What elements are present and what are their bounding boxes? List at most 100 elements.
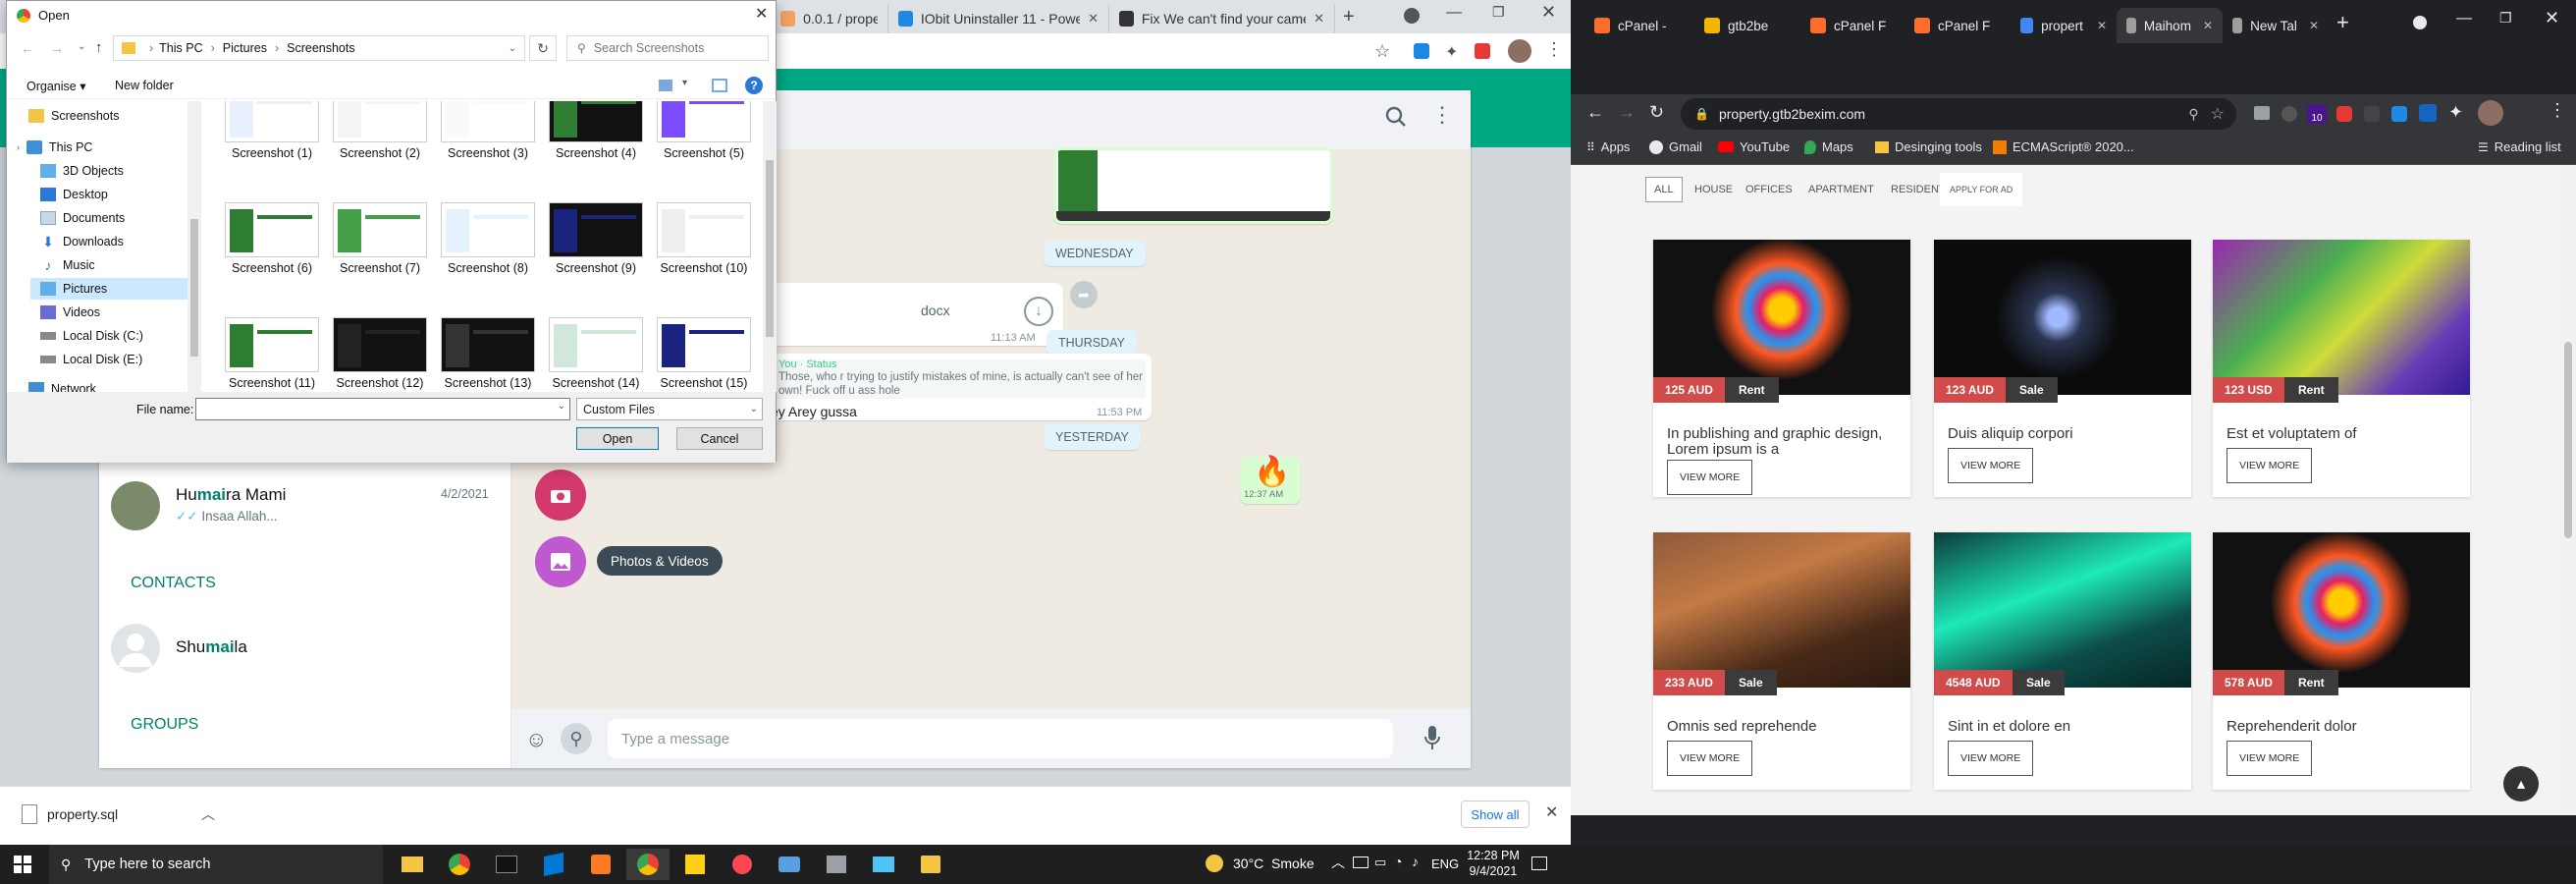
file-thumbnail[interactable]: Screenshot (11): [218, 317, 326, 392]
new-tab-icon[interactable]: +: [1343, 6, 1355, 28]
new-folder-button[interactable]: New folder: [115, 79, 174, 92]
recent-dropdown-icon[interactable]: ⌄: [78, 41, 85, 52]
nav-item-this-pc[interactable]: › This PC: [17, 137, 188, 158]
valorant-icon[interactable]: [721, 849, 764, 880]
tab-search-icon[interactable]: [1404, 8, 1420, 24]
close-tab-icon[interactable]: ✕: [2097, 19, 2107, 32]
wifi-icon[interactable]: ◔: [1394, 854, 1402, 869]
extension-badge[interactable]: 10: [2307, 104, 2327, 124]
back-icon[interactable]: ←: [21, 40, 34, 56]
camera-icon[interactable]: [768, 849, 811, 880]
cancel-button[interactable]: Cancel: [676, 427, 763, 450]
chevron-down-icon[interactable]: ⌄: [558, 401, 565, 412]
image-message[interactable]: 12:53 PM: [1053, 147, 1333, 224]
close-download-bar-icon[interactable]: ✕: [1545, 802, 1558, 822]
reading-list-button[interactable]: ☰ Reading list: [2478, 139, 2561, 154]
weather-text[interactable]: 30°C Smoke: [1233, 856, 1315, 871]
search-icon[interactable]: [1385, 106, 1407, 128]
close-dialog-icon[interactable]: ✕: [755, 4, 768, 24]
view-more-button[interactable]: VIEW MORE: [1667, 741, 1753, 776]
browser-tab[interactable]: cPanel F: [1905, 8, 2011, 43]
nav-item-downloads[interactable]: ⬇ Downloads: [40, 231, 203, 252]
help-icon[interactable]: ?: [745, 77, 763, 94]
address-breadcrumb[interactable]: › This PC › Pictures › Screenshots ⌄: [113, 35, 525, 61]
view-more-button[interactable]: VIEW MORE: [1948, 741, 2034, 776]
bookmark-star-icon[interactable]: ☆: [1374, 41, 1390, 62]
property-title[interactable]: Omnis sed reprehende: [1667, 719, 1903, 735]
camera-extension-icon[interactable]: [2254, 106, 2270, 120]
browser-tab[interactable]: propert ✕: [2011, 8, 2117, 43]
contact-item[interactable]: Shumaila: [99, 616, 511, 685]
view-more-button[interactable]: VIEW MORE: [1667, 460, 1753, 495]
profile-avatar[interactable]: [1508, 39, 1531, 63]
close-tab-icon[interactable]: ✕: [2309, 19, 2319, 32]
zoom-icon[interactable]: ⚲: [2188, 106, 2198, 123]
restore-icon[interactable]: ❐: [1492, 4, 1505, 21]
emoji-message[interactable]: 🔥 12:37 AM: [1240, 456, 1301, 504]
up-icon[interactable]: ↑: [95, 39, 103, 56]
bookmark-apps[interactable]: ⠿ Apps: [1586, 139, 1630, 154]
chrome-icon[interactable]: [438, 849, 481, 880]
network-icon[interactable]: ▭: [1374, 855, 1386, 870]
apply-for-ad-button[interactable]: APPLY FOR AD: [1940, 173, 2023, 206]
property-title[interactable]: In publishing and graphic design, Lorem …: [1667, 426, 1903, 458]
weather-icon[interactable]: [1206, 855, 1223, 872]
menu-dots-icon[interactable]: ⋮: [1431, 102, 1453, 128]
file-thumbnail[interactable]: Screenshot (10): [650, 202, 758, 289]
view-more-button[interactable]: VIEW MORE: [2227, 448, 2313, 483]
extension-icon[interactable]: [1475, 43, 1490, 59]
close-tab-icon[interactable]: ✕: [1088, 11, 1099, 27]
back-icon[interactable]: ←: [1586, 102, 1604, 123]
filter-all[interactable]: ALL: [1645, 177, 1683, 202]
close-window-icon[interactable]: ✕: [1541, 2, 1556, 23]
device-icon[interactable]: [815, 849, 858, 880]
chevron-down-icon[interactable]: ⌄: [750, 404, 758, 414]
refresh-icon[interactable]: ↻: [529, 35, 557, 61]
extension-icon[interactable]: [2419, 104, 2437, 122]
file-name-input[interactable]: ⌄: [195, 398, 570, 420]
file-thumbnail[interactable]: Screenshot (13): [434, 317, 542, 392]
volume-icon[interactable]: ♪: [1412, 854, 1419, 869]
bookmark-youtube[interactable]: YouTube: [1718, 139, 1790, 154]
browser-tab[interactable]: 0.0.1 / propert: [771, 4, 888, 33]
nav-item-3d-objects[interactable]: 3D Objects: [40, 160, 203, 182]
clock[interactable]: 12:28 PM 9/4/2021: [1463, 848, 1524, 879]
file-thumbnail[interactable]: Screenshot (15): [650, 317, 758, 392]
view-more-button[interactable]: VIEW MORE: [1948, 448, 2034, 483]
url-bar[interactable]: 🔒 property.gtb2bexim.com ⚲ ☆: [1681, 98, 2236, 130]
files-scrollbar[interactable]: [763, 101, 777, 392]
nav-item-screenshots[interactable]: Screenshots: [28, 105, 200, 127]
puzzle-icon[interactable]: ✦: [2448, 102, 2463, 123]
browser-tab[interactable]: cPanel -: [1584, 8, 1694, 43]
chevron-down-icon[interactable]: ⌄: [509, 43, 516, 54]
chevron-up-icon[interactable]: ︿: [1331, 853, 1345, 872]
bookmark-gmail[interactable]: Gmail: [1649, 139, 1702, 154]
preview-pane-icon[interactable]: [712, 79, 727, 92]
view-dropdown-icon[interactable]: ▾: [682, 78, 687, 88]
status-reply-message[interactable]: You · Status Those, who r trying to just…: [747, 354, 1152, 420]
forward-icon[interactable]: →: [50, 40, 64, 56]
close-tab-icon[interactable]: ✕: [1314, 11, 1324, 27]
open-button[interactable]: Open: [576, 427, 659, 450]
reload-icon[interactable]: ↻: [1649, 102, 1664, 123]
attach-camera-button[interactable]: [535, 470, 586, 521]
microphone-icon[interactable]: [1424, 725, 1440, 750]
emoji-icon[interactable]: ☺: [525, 727, 547, 752]
vscode-icon[interactable]: [532, 849, 575, 880]
nav-item-network[interactable]: Network: [28, 378, 200, 392]
download-icon[interactable]: ↓: [1024, 297, 1053, 326]
browser-tab[interactable]: New Tal ✕: [2223, 8, 2329, 43]
xampp-icon[interactable]: [579, 849, 622, 880]
property-title[interactable]: Duis aliquip corpori: [1948, 426, 2183, 442]
browser-tab[interactable]: IObit Uninstaller 11 - Powerfu ✕: [888, 4, 1109, 33]
nav-item-music[interactable]: ♪ Music: [40, 254, 203, 276]
file-thumbnail[interactable]: Screenshot (12): [326, 317, 434, 392]
battery-icon[interactable]: [1353, 856, 1368, 868]
extension-icon[interactable]: [2391, 106, 2407, 122]
filter-apartment[interactable]: APARTMENT: [1800, 177, 1882, 202]
property-card[interactable]: 578 AUD Rent Reprehenderit dolor VIEW MORE: [2213, 532, 2470, 790]
organise-button[interactable]: Organise ▾: [27, 79, 85, 93]
nav-item-pictures[interactable]: Pictures: [30, 278, 188, 300]
show-all-button[interactable]: Show all: [1461, 801, 1530, 828]
browser-tab[interactable]: Fix We can't find your camera ✕: [1109, 4, 1335, 33]
